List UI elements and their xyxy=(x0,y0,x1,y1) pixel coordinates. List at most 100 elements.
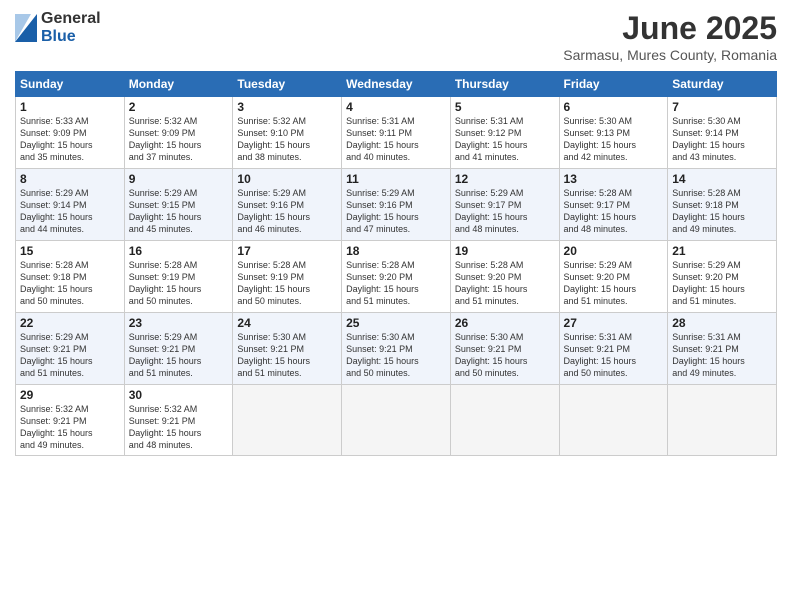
day-number: 1 xyxy=(20,100,120,114)
day-info: Sunrise: 5:32 AMSunset: 9:21 PMDaylight:… xyxy=(20,404,93,450)
table-row: 8 Sunrise: 5:29 AMSunset: 9:14 PMDaylight… xyxy=(16,169,125,241)
calendar-table: Sunday Monday Tuesday Wednesday Thursday… xyxy=(15,71,777,456)
logo-icon xyxy=(15,14,37,42)
table-row: 29 Sunrise: 5:32 AMSunset: 9:21 PMDayligh… xyxy=(16,385,125,456)
day-info: Sunrise: 5:31 AMSunset: 9:12 PMDaylight:… xyxy=(455,116,528,162)
table-row: 3 Sunrise: 5:32 AMSunset: 9:10 PMDaylight… xyxy=(233,97,342,169)
col-saturday: Saturday xyxy=(668,72,777,97)
day-number: 11 xyxy=(346,172,446,186)
day-number: 10 xyxy=(237,172,337,186)
table-row: 7 Sunrise: 5:30 AMSunset: 9:14 PMDaylight… xyxy=(668,97,777,169)
table-row: 2Sunrise: 5:32 AMSunset: 9:09 PMDaylight… xyxy=(124,97,233,169)
day-info: Sunrise: 5:28 AMSunset: 9:20 PMDaylight:… xyxy=(346,260,419,306)
day-info: Sunrise: 5:29 AMSunset: 9:15 PMDaylight:… xyxy=(129,188,202,234)
day-info: Sunrise: 5:30 AMSunset: 9:14 PMDaylight:… xyxy=(672,116,745,162)
col-friday: Friday xyxy=(559,72,668,97)
day-info: Sunrise: 5:29 AMSunset: 9:20 PMDaylight:… xyxy=(672,260,745,306)
day-info: Sunrise: 5:32 AMSunset: 9:10 PMDaylight:… xyxy=(237,116,310,162)
day-info: Sunrise: 5:28 AMSunset: 9:17 PMDaylight:… xyxy=(564,188,637,234)
logo-blue: Blue xyxy=(41,28,76,45)
day-number: 28 xyxy=(672,316,772,330)
day-number: 23 xyxy=(129,316,229,330)
day-info: Sunrise: 5:30 AMSunset: 9:13 PMDaylight:… xyxy=(564,116,637,162)
day-number: 26 xyxy=(455,316,555,330)
day-info: Sunrise: 5:31 AMSunset: 9:21 PMDaylight:… xyxy=(564,332,637,378)
table-row: 9 Sunrise: 5:29 AMSunset: 9:15 PMDaylight… xyxy=(124,169,233,241)
day-number: 19 xyxy=(455,244,555,258)
table-row: 24 Sunrise: 5:30 AMSunset: 9:21 PMDayligh… xyxy=(233,313,342,385)
table-row: 15 Sunrise: 5:28 AMSunset: 9:18 PMDayligh… xyxy=(16,241,125,313)
logo: General Blue xyxy=(15,10,101,45)
day-info: Sunrise: 5:31 AMSunset: 9:11 PMDaylight:… xyxy=(346,116,419,162)
day-number: 7 xyxy=(672,100,772,114)
day-info: Sunrise: 5:29 AMSunset: 9:21 PMDaylight:… xyxy=(20,332,93,378)
table-row: 20Sunrise: 5:29 AMSunset: 9:20 PMDayligh… xyxy=(559,241,668,313)
day-info: Sunrise: 5:29 AMSunset: 9:21 PMDaylight:… xyxy=(129,332,202,378)
day-info: Sunrise: 5:32 AMSunset: 9:21 PMDaylight:… xyxy=(129,404,202,450)
day-info: Sunrise: 5:30 AMSunset: 9:21 PMDaylight:… xyxy=(237,332,310,378)
location: Sarmasu, Mures County, Romania xyxy=(563,47,777,63)
day-info: Sunrise: 5:33 AMSunset: 9:09 PMDaylight:… xyxy=(20,116,93,162)
day-info: Sunrise: 5:30 AMSunset: 9:21 PMDaylight:… xyxy=(346,332,419,378)
day-info: Sunrise: 5:29 AMSunset: 9:14 PMDaylight:… xyxy=(20,188,93,234)
month-title: June 2025 xyxy=(563,10,777,47)
day-info: Sunrise: 5:30 AMSunset: 9:21 PMDaylight:… xyxy=(455,332,528,378)
col-wednesday: Wednesday xyxy=(342,72,451,97)
header-row: Sunday Monday Tuesday Wednesday Thursday… xyxy=(16,72,777,97)
day-number: 20 xyxy=(564,244,664,258)
day-info: Sunrise: 5:31 AMSunset: 9:21 PMDaylight:… xyxy=(672,332,745,378)
table-row: 5 Sunrise: 5:31 AMSunset: 9:12 PMDaylight… xyxy=(450,97,559,169)
table-row: 16 Sunrise: 5:28 AMSunset: 9:19 PMDayligh… xyxy=(124,241,233,313)
day-number: 2 xyxy=(129,100,229,114)
table-row: 19Sunrise: 5:28 AMSunset: 9:20 PMDayligh… xyxy=(450,241,559,313)
table-row: 25 Sunrise: 5:30 AMSunset: 9:21 PMDayligh… xyxy=(342,313,451,385)
table-row: 4 Sunrise: 5:31 AMSunset: 9:11 PMDaylight… xyxy=(342,97,451,169)
table-row xyxy=(559,385,668,456)
day-number: 25 xyxy=(346,316,446,330)
day-info: Sunrise: 5:29 AMSunset: 9:16 PMDaylight:… xyxy=(237,188,310,234)
day-info: Sunrise: 5:28 AMSunset: 9:18 PMDaylight:… xyxy=(20,260,93,306)
day-number: 24 xyxy=(237,316,337,330)
day-number: 21 xyxy=(672,244,772,258)
table-row: 12Sunrise: 5:29 AMSunset: 9:17 PMDayligh… xyxy=(450,169,559,241)
table-row: 22Sunrise: 5:29 AMSunset: 9:21 PMDayligh… xyxy=(16,313,125,385)
table-row: 30 Sunrise: 5:32 AMSunset: 9:21 PMDayligh… xyxy=(124,385,233,456)
table-row: 21 Sunrise: 5:29 AMSunset: 9:20 PMDayligh… xyxy=(668,241,777,313)
day-number: 15 xyxy=(20,244,120,258)
day-number: 6 xyxy=(564,100,664,114)
day-number: 30 xyxy=(129,388,229,402)
day-info: Sunrise: 5:29 AMSunset: 9:16 PMDaylight:… xyxy=(346,188,419,234)
table-row: 17 Sunrise: 5:28 AMSunset: 9:19 PMDayligh… xyxy=(233,241,342,313)
col-sunday: Sunday xyxy=(16,72,125,97)
calendar-page: General Blue June 2025 Sarmasu, Mures Co… xyxy=(0,0,792,612)
table-row xyxy=(668,385,777,456)
day-number: 8 xyxy=(20,172,120,186)
table-row xyxy=(450,385,559,456)
day-number: 4 xyxy=(346,100,446,114)
title-block: June 2025 Sarmasu, Mures County, Romania xyxy=(563,10,777,63)
table-row: 1 Sunrise: 5:33 AMSunset: 9:09 PMDaylight… xyxy=(16,97,125,169)
table-row: 11 Sunrise: 5:29 AMSunset: 9:16 PMDayligh… xyxy=(342,169,451,241)
day-info: Sunrise: 5:29 AMSunset: 9:17 PMDaylight:… xyxy=(455,188,528,234)
day-number: 5 xyxy=(455,100,555,114)
table-row: 10 Sunrise: 5:29 AMSunset: 9:16 PMDayligh… xyxy=(233,169,342,241)
table-row: 13 Sunrise: 5:28 AMSunset: 9:17 PMDayligh… xyxy=(559,169,668,241)
logo-general: General xyxy=(41,10,101,27)
day-number: 17 xyxy=(237,244,337,258)
day-number: 16 xyxy=(129,244,229,258)
table-row xyxy=(342,385,451,456)
day-number: 29 xyxy=(20,388,120,402)
table-row: 26 Sunrise: 5:30 AMSunset: 9:21 PMDayligh… xyxy=(450,313,559,385)
day-number: 9 xyxy=(129,172,229,186)
table-row: 6 Sunrise: 5:30 AMSunset: 9:13 PMDaylight… xyxy=(559,97,668,169)
day-number: 3 xyxy=(237,100,337,114)
day-info: Sunrise: 5:28 AMSunset: 9:19 PMDaylight:… xyxy=(237,260,310,306)
table-row: 27Sunrise: 5:31 AMSunset: 9:21 PMDayligh… xyxy=(559,313,668,385)
table-row: 28 Sunrise: 5:31 AMSunset: 9:21 PMDayligh… xyxy=(668,313,777,385)
logo-text: General Blue xyxy=(41,10,101,45)
day-number: 13 xyxy=(564,172,664,186)
col-tuesday: Tuesday xyxy=(233,72,342,97)
table-row: 18Sunrise: 5:28 AMSunset: 9:20 PMDayligh… xyxy=(342,241,451,313)
day-info: Sunrise: 5:28 AMSunset: 9:19 PMDaylight:… xyxy=(129,260,202,306)
col-thursday: Thursday xyxy=(450,72,559,97)
